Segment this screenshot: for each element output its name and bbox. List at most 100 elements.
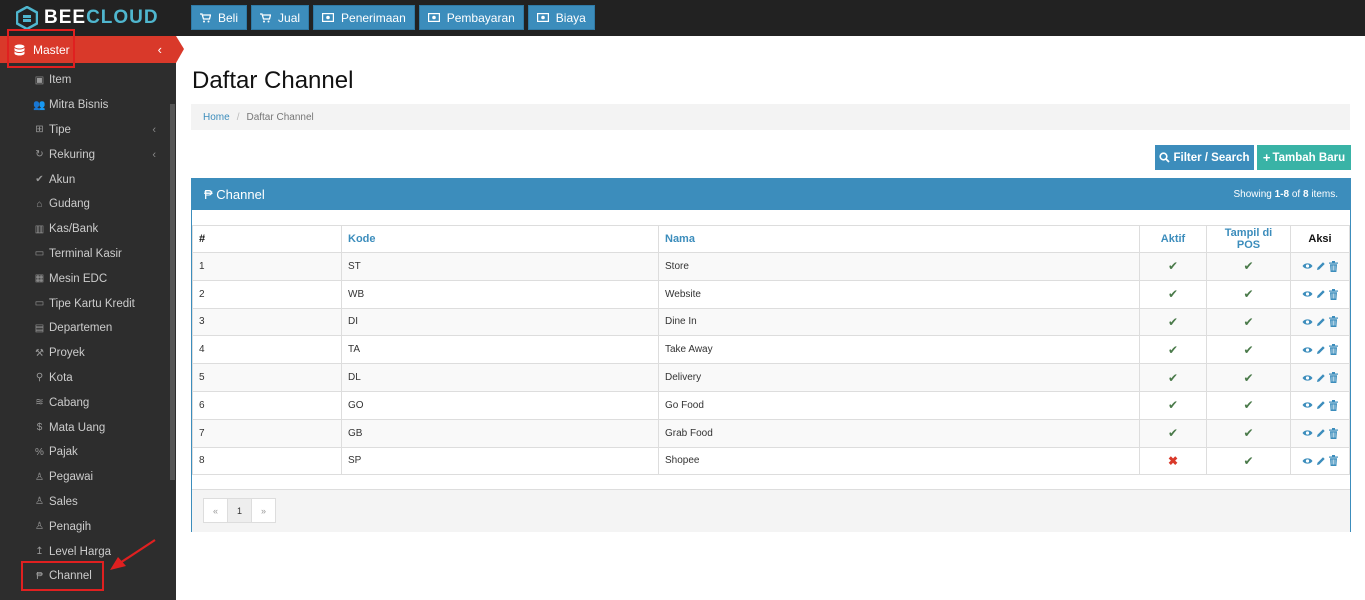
- row-actions: [1297, 344, 1343, 356]
- view-eye-icon[interactable]: [1302, 318, 1313, 326]
- col-nama-header[interactable]: Nama: [658, 225, 1140, 253]
- panel-title-wrap: ₱ Channel: [204, 187, 265, 202]
- sidebar-item-gudang[interactable]: ⌂ Gudang: [0, 192, 170, 217]
- sidebar-item-mata-uang[interactable]: $ Mata Uang: [0, 415, 170, 440]
- check-icon: ✔: [1167, 287, 1179, 302]
- pagination-prev[interactable]: «: [203, 498, 228, 523]
- delete-trash-icon[interactable]: [1329, 455, 1338, 467]
- cell-pos: ✔: [1206, 252, 1291, 281]
- sidebar: Master ‹ ▣ Item 👥 Mitra Bisnis ⊞ Tipe ‹ ↻ Rekuri…: [0, 36, 184, 600]
- topnav-beli-button[interactable]: Beli: [191, 5, 248, 30]
- row-actions: [1297, 427, 1343, 439]
- delete-trash-icon[interactable]: [1329, 344, 1338, 356]
- view-eye-icon[interactable]: [1302, 374, 1313, 382]
- row-actions: [1297, 372, 1343, 384]
- col-kode-header[interactable]: Kode: [341, 225, 659, 253]
- sidebar-item-rekuring[interactable]: ↻ Rekuring ‹: [0, 142, 170, 167]
- sidebar-item-tipe-kartu-kredit[interactable]: ▭ Tipe Kartu Kredit: [0, 291, 170, 316]
- filter-search-button[interactable]: Filter / Search: [1155, 145, 1254, 170]
- edit-pencil-icon[interactable]: [1316, 317, 1326, 327]
- delete-trash-icon[interactable]: [1329, 260, 1338, 272]
- sidebar-scrollbar[interactable]: [170, 104, 175, 480]
- edit-pencil-icon[interactable]: [1316, 261, 1326, 271]
- sidebar-item-sales[interactable]: ♙ Sales: [0, 490, 170, 515]
- cell-num: 7: [192, 418, 342, 448]
- home-icon: ⌂: [36, 198, 43, 210]
- person-icon: ♙: [35, 521, 44, 533]
- breadcrumb-separator: /: [236, 111, 240, 123]
- cell-aksi: [1290, 363, 1350, 392]
- delete-trash-icon[interactable]: [1329, 427, 1338, 439]
- view-eye-icon[interactable]: [1302, 346, 1313, 354]
- sidebar-item-pajak[interactable]: % Pajak: [0, 440, 170, 465]
- col-aktif-header[interactable]: Aktif: [1139, 225, 1207, 253]
- users-icon: 👥: [33, 99, 46, 111]
- edit-pencil-icon[interactable]: [1316, 428, 1326, 438]
- sidebar-item-label: Mitra Bisnis: [49, 99, 109, 112]
- edit-pencil-icon[interactable]: [1316, 373, 1326, 383]
- sidebar-item-departemen[interactable]: ▤ Departemen: [0, 316, 170, 341]
- check-icon: ✔: [1167, 342, 1179, 357]
- sidebar-item-cabang[interactable]: ≋ Cabang: [0, 390, 170, 415]
- cart-icon: [200, 12, 215, 23]
- sidebar-item-kota[interactable]: ⚲ Kota: [0, 366, 170, 391]
- pagination-page-1[interactable]: 1: [227, 498, 252, 523]
- sidebar-item-mitra-bisnis[interactable]: 👥 Mitra Bisnis: [0, 93, 170, 118]
- table-row: 3 DI Dine In ✔ ✔: [192, 307, 1350, 337]
- cell-aktif: ✔: [1139, 252, 1207, 281]
- check-icon: ✔: [1243, 426, 1254, 441]
- sidebar-item-proyek[interactable]: ⚒ Proyek: [0, 341, 170, 366]
- delete-trash-icon[interactable]: [1329, 316, 1338, 328]
- delete-trash-icon[interactable]: [1329, 399, 1338, 411]
- topnav-biaya-button[interactable]: Biaya: [527, 5, 595, 30]
- money-icon: [322, 13, 338, 22]
- view-eye-icon[interactable]: [1302, 401, 1313, 409]
- sidebar-item-tipe[interactable]: ⊞ Tipe ‹: [0, 118, 170, 143]
- col-pos-header[interactable]: Tampil di POS: [1206, 225, 1291, 253]
- cell-pos: ✔: [1206, 390, 1291, 420]
- topnav-jual-button[interactable]: Jual: [251, 5, 310, 30]
- sidebar-item-mesin-edc[interactable]: ▦ Mesin EDC: [0, 266, 170, 291]
- desktop-icon: ▭: [34, 248, 45, 260]
- cell-aksi: [1290, 307, 1350, 337]
- sidebar-item-label: Pegawai: [49, 471, 94, 484]
- view-eye-icon[interactable]: [1302, 429, 1313, 437]
- delete-trash-icon[interactable]: [1329, 288, 1338, 300]
- topnav-pembayaran-button[interactable]: Pembayaran: [418, 5, 524, 30]
- tax-icon: %: [35, 446, 44, 458]
- sidebar-item-penagih[interactable]: ♙ Penagih: [0, 514, 170, 539]
- annotation-box-master: [7, 29, 75, 68]
- sidebar-item-item[interactable]: ▣ Item: [0, 68, 170, 93]
- cell-aktif: ✔: [1139, 335, 1207, 365]
- cell-num: 1: [192, 252, 342, 281]
- cell-aktif: ✖: [1139, 446, 1207, 476]
- sidebar-item-label: Tipe: [49, 123, 71, 136]
- edit-pencil-icon[interactable]: [1316, 456, 1326, 466]
- cell-num: 4: [192, 335, 342, 365]
- plus-icon: +: [1262, 150, 1271, 165]
- table-row: 6 GO Go Food ✔ ✔: [192, 390, 1350, 420]
- cell-aktif: ✔: [1139, 363, 1207, 392]
- sidebar-item-label: Gudang: [49, 198, 90, 211]
- view-eye-icon[interactable]: [1302, 290, 1313, 298]
- add-new-button[interactable]: + Tambah Baru: [1257, 145, 1351, 170]
- topnav-label: Jual: [278, 10, 301, 25]
- breadcrumb-home-link[interactable]: Home: [203, 112, 230, 123]
- sidebar-item-akun[interactable]: ✔ Akun: [0, 167, 170, 192]
- sidebar-item-terminal-kasir[interactable]: ▭ Terminal Kasir: [0, 242, 170, 267]
- edit-pencil-icon[interactable]: [1316, 289, 1326, 299]
- view-eye-icon[interactable]: [1302, 262, 1313, 270]
- check-icon: ✔: [1167, 426, 1179, 441]
- edit-pencil-icon[interactable]: [1316, 400, 1326, 410]
- view-eye-icon[interactable]: [1302, 457, 1313, 465]
- delete-trash-icon[interactable]: [1329, 372, 1338, 384]
- sidebar-menu: ▣ Item 👥 Mitra Bisnis ⊞ Tipe ‹ ↻ Rekuring ‹ ✔ Akun ⌂…: [0, 68, 170, 589]
- edit-pencil-icon[interactable]: [1316, 345, 1326, 355]
- chevron-left-icon: ‹: [157, 42, 162, 57]
- sidebar-item-pegawai[interactable]: ♙ Pegawai: [0, 465, 170, 490]
- cell-nama: Grab Food: [658, 418, 1140, 448]
- table-row: 5 DL Delivery ✔ ✔: [192, 363, 1350, 392]
- sidebar-item-kas-bank[interactable]: ▥ Kas/Bank: [0, 217, 170, 242]
- topnav-penerimaan-button[interactable]: Penerimaan: [313, 5, 415, 30]
- pagination-next[interactable]: »: [251, 498, 276, 523]
